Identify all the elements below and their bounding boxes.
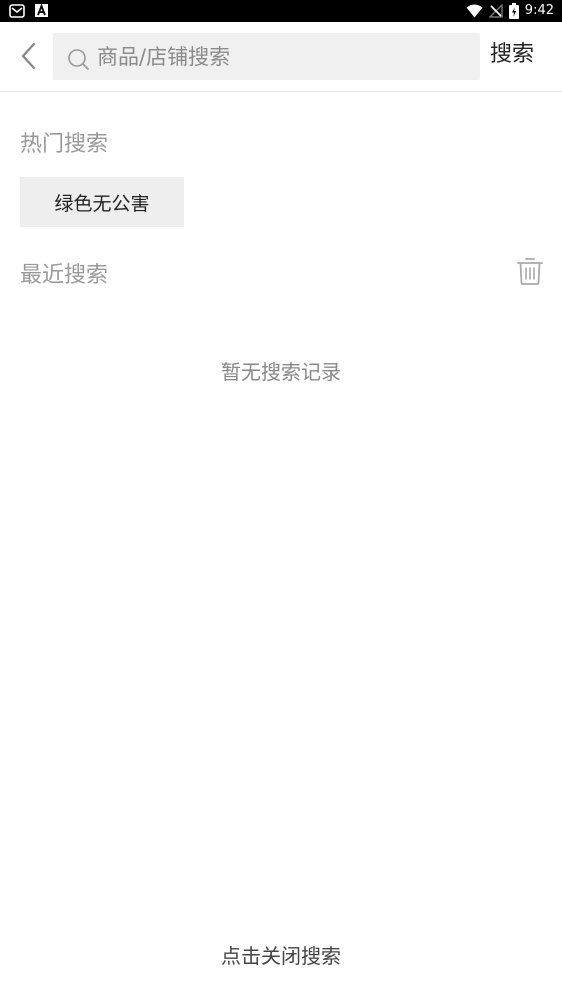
search-input[interactable] xyxy=(97,33,467,80)
a-icon xyxy=(35,4,48,17)
search-icon xyxy=(68,49,89,70)
hot-search-tag[interactable]: 绿色无公害 xyxy=(20,177,184,227)
trash-icon xyxy=(517,258,543,285)
back-button[interactable] xyxy=(14,39,44,73)
hot-search-title: 热门搜索 xyxy=(20,132,109,157)
recent-search-title: 最近搜索 xyxy=(20,263,109,288)
status-time: 9:42 xyxy=(524,3,554,18)
status-bar: 9:42 xyxy=(0,0,562,22)
search-box[interactable] xyxy=(53,33,480,80)
mail-icon xyxy=(9,4,25,18)
battery-charging-icon xyxy=(508,3,519,19)
clear-history-button[interactable] xyxy=(516,256,544,286)
status-right-icons: 9:42 xyxy=(466,3,554,19)
empty-history-text: 暂无搜索记录 xyxy=(221,360,341,384)
search-button[interactable]: 搜索 xyxy=(490,39,534,71)
close-search-button[interactable]: 点击关闭搜索 xyxy=(0,940,562,969)
no-signal-icon xyxy=(488,4,503,18)
search-header: 搜索 xyxy=(0,22,562,92)
wifi-icon xyxy=(466,4,483,18)
chevron-left-icon xyxy=(21,42,36,70)
status-left-icons xyxy=(9,4,48,18)
